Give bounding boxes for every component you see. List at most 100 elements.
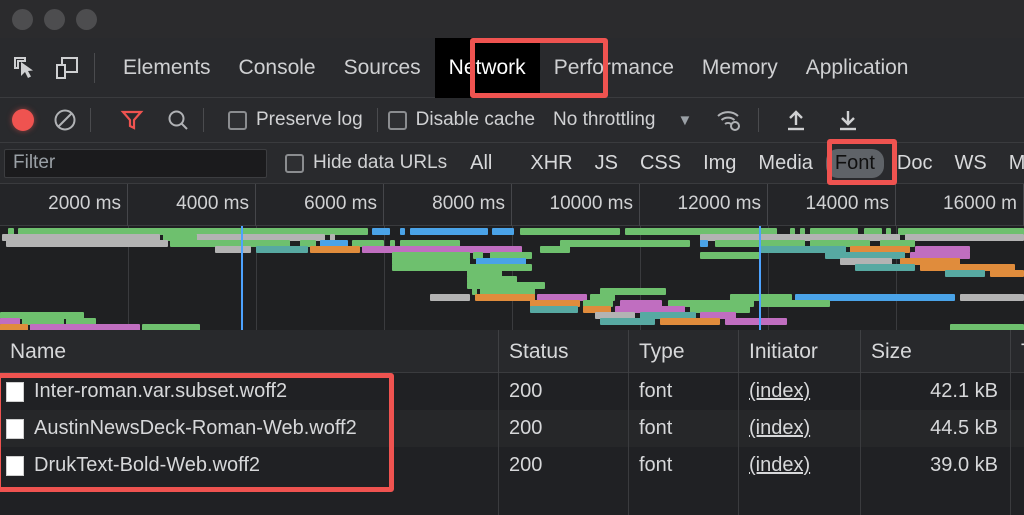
table-row[interactable]: Inter-roman.var.subset.woff2 200 font (inde… (0, 373, 1024, 410)
timeline-tick-label: 6000 ms (304, 193, 377, 214)
waterfall-bar (945, 270, 985, 277)
filter-type-xhr[interactable]: XHR (521, 149, 581, 178)
waterfall-bar (310, 246, 360, 253)
column-header-initiator[interactable]: Initiator (738, 330, 860, 373)
tab-console[interactable]: Console (225, 38, 330, 98)
column-header-status[interactable]: Status (498, 330, 628, 373)
export-har-icon[interactable] (833, 105, 863, 135)
cell-initiator[interactable]: (index) (738, 373, 860, 410)
timeline-tick-label: 8000 ms (432, 193, 505, 214)
waterfall-bar (760, 300, 830, 307)
filter-type-js[interactable]: JS (586, 149, 627, 178)
clear-button[interactable] (50, 105, 80, 135)
waterfall-bar (660, 318, 720, 325)
timeline-marker-load (759, 226, 761, 330)
file-type-icon (6, 455, 24, 476)
cell-time (1010, 373, 1024, 410)
cell-time (1010, 447, 1024, 484)
device-toolbar-icon[interactable] (50, 51, 84, 85)
waterfall-bar (530, 306, 578, 313)
preserve-log-checkbox[interactable] (228, 110, 247, 130)
cell-type: font (628, 447, 738, 484)
timeline-tick-label: 16000 m (943, 193, 1017, 214)
column-header-type[interactable]: Type (628, 330, 738, 373)
search-icon[interactable] (163, 105, 193, 135)
timeline-tick-label: 4000 ms (176, 193, 249, 214)
network-overview-waterfall[interactable] (0, 226, 1024, 330)
waterfall-bar (990, 270, 1024, 277)
devtools-tabs: Elements Console Sources Network Perform… (109, 37, 923, 98)
column-header-size[interactable]: Size (860, 330, 1010, 373)
toolbar-divider (94, 52, 95, 83)
window-minimize-button[interactable] (44, 8, 65, 30)
cell-initiator[interactable]: (index) (738, 410, 860, 447)
timeline-tick-label: 2000 ms (48, 193, 121, 214)
import-har-icon[interactable] (781, 105, 811, 135)
waterfall-bar (725, 318, 787, 325)
timeline-tick: 2000 ms (0, 184, 128, 226)
cell-status: 200 (498, 373, 628, 410)
network-filter-bar: Hide data URLs All XHR JS CSS Img Media … (0, 143, 1024, 184)
waterfall-bar (475, 294, 535, 301)
network-conditions-icon[interactable] (714, 105, 744, 135)
table-row[interactable]: DrukText-Bold-Web.woff2 200 font (index) 39.… (0, 447, 1024, 484)
filter-type-img[interactable]: Img (694, 149, 745, 178)
tab-memory[interactable]: Memory (688, 38, 792, 98)
timeline-tick: 14000 ms (768, 184, 896, 226)
disable-cache-checkbox[interactable] (387, 110, 407, 130)
timeline-tick: 12000 ms (640, 184, 768, 226)
timeline-tick: 10000 ms (512, 184, 640, 226)
filter-type-manifest[interactable]: M (1000, 149, 1024, 178)
hide-data-urls-checkbox[interactable] (285, 153, 304, 173)
tab-sources[interactable]: Sources (330, 38, 435, 98)
timeline-ruler: 2000 ms 4000 ms 6000 ms 8000 ms 10000 ms 1200… (0, 184, 1024, 226)
column-header-time[interactable]: T (1010, 330, 1024, 373)
tab-network[interactable]: Network (434, 37, 540, 98)
filter-funnel-icon[interactable] (117, 105, 147, 135)
preserve-log-label: Preserve log (256, 109, 363, 130)
timeline-tick-label: 12000 ms (677, 193, 761, 214)
cell-initiator[interactable]: (index) (738, 447, 860, 484)
waterfall-bar (560, 240, 690, 247)
timeline-tick: 6000 ms (256, 184, 384, 226)
waterfall-bar (6, 240, 168, 247)
request-name: DrukText-Bold-Web.woff2 (34, 454, 261, 476)
window-zoom-button[interactable] (76, 8, 97, 30)
chevron-down-icon[interactable]: ▼ (677, 112, 692, 129)
filter-type-doc[interactable]: Doc (888, 149, 942, 178)
record-button[interactable] (12, 109, 34, 131)
tab-elements[interactable]: Elements (109, 38, 225, 98)
cell-name[interactable]: AustinNewsDeck-Roman-Web.woff2 (0, 410, 498, 447)
waterfall-bar (700, 252, 760, 259)
filter-type-ws[interactable]: WS (946, 149, 996, 178)
waterfall-bar (700, 240, 708, 247)
waterfall-bar (400, 228, 405, 235)
cell-name[interactable]: Inter-roman.var.subset.woff2 (0, 373, 498, 410)
waterfall-bar (256, 246, 308, 253)
filter-type-all[interactable]: All (461, 149, 501, 178)
filter-type-font[interactable]: Font (825, 148, 884, 178)
timeline-tick: 16000 m (896, 184, 1024, 226)
hide-data-urls-label: Hide data URLs (313, 152, 448, 173)
cell-status: 200 (498, 447, 628, 484)
cell-size: 42.1 kB (860, 373, 1010, 410)
table-row[interactable]: AustinNewsDeck-Roman-Web.woff2 200 font (in… (0, 410, 1024, 447)
tab-performance[interactable]: Performance (540, 38, 688, 98)
disable-cache-label: Disable cache (415, 109, 536, 130)
disable-cache-group[interactable]: Disable cache (387, 109, 536, 131)
cell-name[interactable]: DrukText-Bold-Web.woff2 (0, 447, 498, 484)
hide-data-urls-group[interactable]: Hide data URLs (285, 152, 447, 174)
filter-type-media[interactable]: Media (749, 149, 821, 178)
window-close-button[interactable] (12, 8, 33, 30)
inspect-element-icon[interactable] (8, 51, 42, 85)
column-header-name[interactable]: Name (0, 330, 498, 373)
waterfall-bar (492, 228, 514, 235)
preserve-log-group[interactable]: Preserve log (228, 109, 363, 131)
timeline-tick-label: 14000 ms (805, 193, 889, 214)
throttling-select[interactable]: No throttling (553, 109, 655, 131)
filter-input[interactable] (4, 148, 267, 178)
request-table-header: Name Status Type Initiator Size T (0, 330, 1024, 373)
waterfall-bar (540, 246, 570, 253)
filter-type-css[interactable]: CSS (631, 149, 690, 178)
tab-application[interactable]: Application (792, 38, 923, 98)
